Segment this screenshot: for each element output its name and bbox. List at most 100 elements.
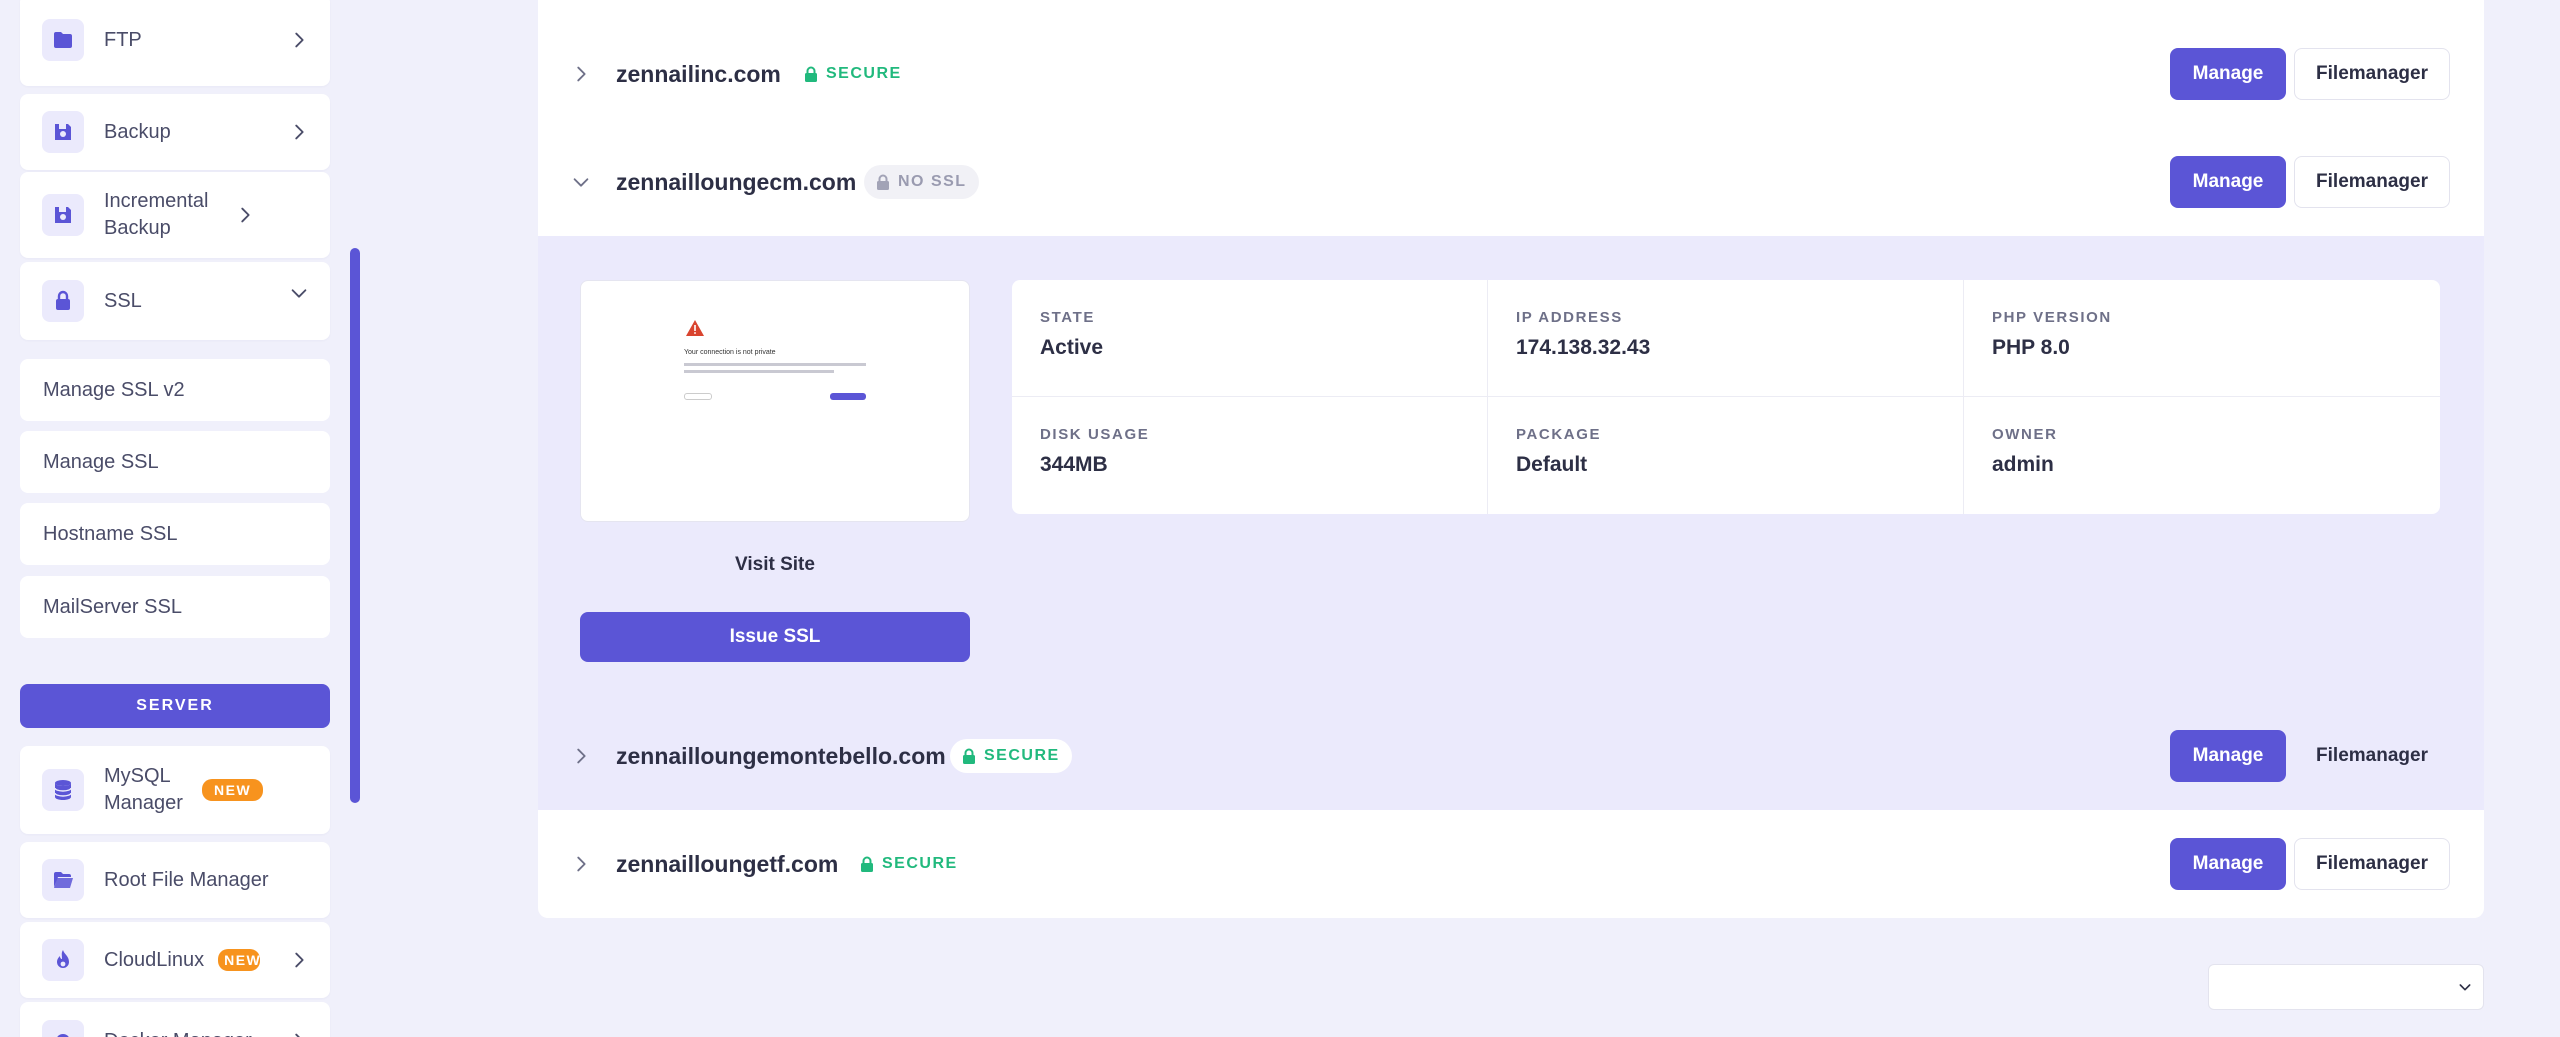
website-row[interactable]: zennailloungecm.com NO SSL Manage Filema… — [538, 128, 2484, 236]
info-value: Default — [1516, 453, 1588, 476]
sidebar-item-cloudlinux[interactable]: CloudLinux NEW — [20, 922, 330, 998]
chevron-right-icon[interactable] — [570, 853, 592, 875]
sidebar-subitem-mailserver-ssl[interactable]: MailServer SSL — [20, 576, 330, 638]
save-icon — [42, 194, 84, 236]
info-php-version: PHP VERSION PHP 8.0 — [1964, 280, 2440, 397]
sidebar-item-docker-manager[interactable]: Docker Manager — [20, 1002, 330, 1037]
lock-icon — [805, 66, 817, 82]
sidebar-item-label: CloudLinux — [104, 948, 205, 971]
website-row[interactable]: zennailloungetf.com SECURE Manage Filema… — [538, 810, 2484, 918]
website-domain: zennailloungemontebello.com — [616, 742, 946, 769]
website-domain: zennailloungetf.com — [616, 850, 839, 877]
preview-body-text — [684, 370, 834, 373]
ssl-status-badge: SECURE — [792, 57, 914, 91]
save-icon — [42, 111, 84, 153]
sidebar-item-label: Backup — [104, 120, 171, 143]
preview-back-button — [830, 393, 866, 400]
sidebar-item-label: Root File Manager — [104, 868, 269, 891]
info-value: 344MB — [1040, 453, 1108, 476]
chevron-down-icon — [2459, 984, 2471, 991]
website-info-grid: STATE Active IP ADDRESS 174.138.32.43 PH… — [1012, 280, 2440, 514]
info-package: PACKAGE Default — [1488, 397, 1964, 514]
warning-icon — [686, 320, 704, 336]
ssl-status-label: NO SSL — [898, 173, 967, 190]
ssl-status-label: SECURE — [984, 747, 1060, 764]
info-state: STATE Active — [1012, 280, 1488, 397]
website-row[interactable]: zennailloungemontebello.com SECURE Manag… — [538, 702, 2484, 810]
manage-button[interactable]: Manage — [2170, 156, 2286, 208]
chevron-right-icon[interactable] — [570, 745, 592, 767]
new-badge: NEW — [218, 949, 261, 971]
website-detail-panel: Your connection is not private Visit Sit… — [538, 236, 2484, 702]
sidebar-item-label: Incremental Backup — [104, 190, 209, 239]
website-row[interactable]: zennailinc.com SECURE Manage Filemanager — [538, 20, 2484, 128]
chevron-right-icon — [295, 1033, 300, 1037]
ssl-status-badge: SECURE — [950, 739, 1072, 773]
chevron-right-icon — [295, 124, 304, 140]
manage-button[interactable]: Manage — [2170, 838, 2286, 890]
folder-icon — [42, 19, 84, 61]
info-value: PHP 8.0 — [1992, 336, 2070, 359]
info-owner: OWNER admin — [1964, 397, 2440, 514]
database-icon — [42, 769, 84, 811]
ssl-status-label: SECURE — [826, 65, 902, 82]
website-domain: zennailloungecm.com — [616, 168, 857, 195]
filemanager-button[interactable]: Filemanager — [2294, 730, 2450, 782]
filemanager-button[interactable]: Filemanager — [2294, 156, 2450, 208]
info-ip-address: IP ADDRESS 174.138.32.43 — [1488, 280, 1964, 397]
info-value: admin — [1992, 453, 2054, 476]
ssl-status-badge: NO SSL — [864, 165, 979, 199]
info-value: 174.138.32.43 — [1516, 336, 1651, 359]
chevron-right-icon — [295, 952, 304, 968]
flame-icon — [42, 939, 84, 981]
sidebar-item-root-file-manager[interactable]: Root File Manager — [20, 842, 330, 918]
info-label: PHP VERSION — [1992, 309, 2112, 326]
chevron-down-icon[interactable] — [570, 171, 592, 193]
websites-list: zennailinc.com SECURE Manage Filemanager… — [538, 0, 2484, 918]
sidebar-item-label: MySQL Manager — [104, 765, 183, 814]
sidebar-item-incremental-backup[interactable]: Incremental Backup — [20, 172, 330, 258]
sidebar-item-ftp[interactable]: FTP — [20, 0, 330, 86]
lock-icon — [861, 856, 873, 872]
preview-body-text — [684, 363, 866, 366]
sidebar-item-backup[interactable]: Backup — [20, 94, 330, 170]
chevron-right-icon[interactable] — [570, 63, 592, 85]
new-badge: NEW — [202, 779, 264, 801]
sidebar-subitem-manage-ssl[interactable]: Manage SSL — [20, 431, 330, 493]
sidebar-scrollbar[interactable] — [350, 248, 360, 803]
chevron-right-icon — [241, 207, 250, 223]
sidebar: FTP Backup Incremental Backup SSL Manage… — [0, 0, 350, 1037]
site-preview-thumbnail[interactable]: Your connection is not private — [580, 280, 970, 522]
preview-heading: Your connection is not private — [684, 349, 776, 356]
visit-site-link[interactable]: Visit Site — [580, 554, 970, 576]
page-select[interactable] — [2208, 964, 2484, 1010]
ssl-status-label: SECURE — [882, 855, 958, 872]
sidebar-item-label: SSL — [104, 289, 142, 312]
section-server-button[interactable]: SERVER — [20, 684, 330, 728]
preview-advanced-button — [684, 393, 712, 400]
gear-icon — [42, 1020, 84, 1037]
info-label: STATE — [1040, 309, 1095, 326]
lock-icon — [42, 280, 84, 322]
info-label: PACKAGE — [1516, 426, 1602, 443]
ssl-status-badge: SECURE — [848, 847, 970, 881]
info-label: OWNER — [1992, 426, 2058, 443]
sidebar-item-label: FTP — [104, 28, 142, 51]
website-domain: zennailinc.com — [616, 60, 781, 87]
info-value: Active — [1040, 336, 1104, 359]
lock-icon — [963, 748, 975, 764]
sidebar-subitem-hostname-ssl[interactable]: Hostname SSL — [20, 503, 330, 565]
issue-ssl-button[interactable]: Issue SSL — [580, 612, 970, 662]
chevron-right-icon — [295, 32, 304, 48]
sidebar-item-ssl[interactable]: SSL — [20, 262, 330, 340]
sidebar-item-mysql-manager[interactable]: MySQL Manager NEW — [20, 746, 330, 834]
chevron-down-icon — [291, 289, 307, 298]
filemanager-button[interactable]: Filemanager — [2294, 838, 2450, 890]
manage-button[interactable]: Manage — [2170, 730, 2286, 782]
info-disk-usage: DISK USAGE 344MB — [1012, 397, 1488, 514]
lock-icon — [877, 174, 889, 190]
sidebar-subitem-manage-ssl-v2[interactable]: Manage SSL v2 — [20, 359, 330, 421]
manage-button[interactable]: Manage — [2170, 48, 2286, 100]
filemanager-button[interactable]: Filemanager — [2294, 48, 2450, 100]
sidebar-item-label: Docker Manager — [104, 1028, 288, 1037]
